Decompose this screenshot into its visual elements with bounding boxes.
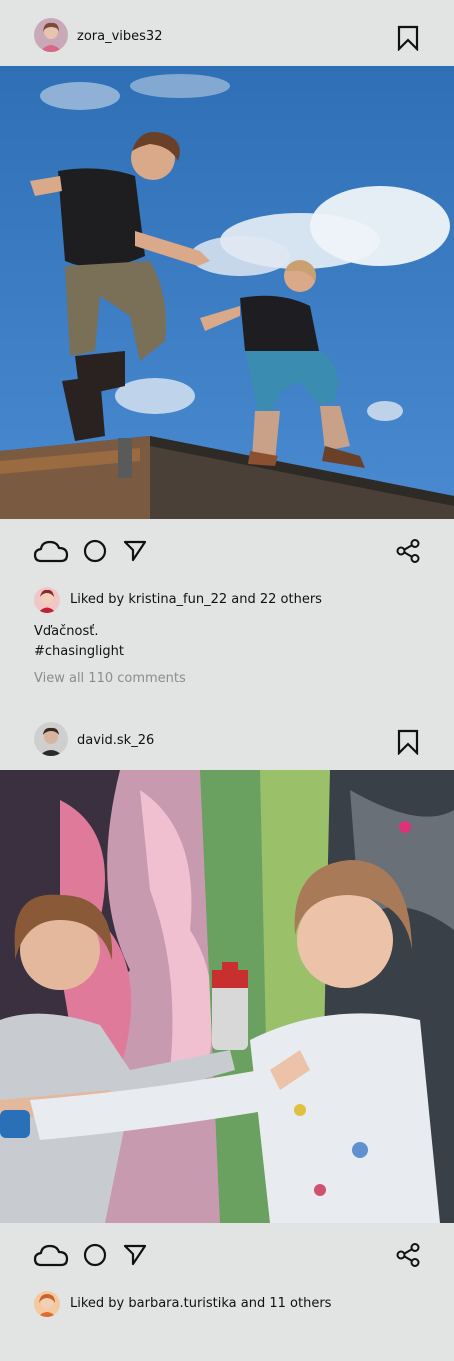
caption-hashtag[interactable]: #chasinglight	[34, 642, 124, 662]
circle-icon[interactable]	[83, 1243, 107, 1267]
liked-by-text[interactable]: Liked by kristina_fun_22 and 22 others	[70, 592, 322, 607]
liked-by-row: Liked by kristina_fun_22 and 22 others	[34, 587, 334, 613]
send-icon[interactable]	[123, 540, 147, 562]
post-actions	[0, 1235, 454, 1275]
bookmark-icon[interactable]	[397, 25, 419, 52]
avatar[interactable]	[34, 722, 68, 756]
avatar[interactable]	[34, 18, 68, 52]
post-1: zora_vibes32 Liked by kristina_fun_22 an…	[0, 0, 454, 700]
cloud-icon[interactable]	[33, 538, 69, 564]
circle-icon[interactable]	[83, 539, 107, 563]
post-header: zora_vibes32	[0, 0, 454, 66]
post-photo[interactable]	[0, 770, 454, 1223]
post-2: david.sk_26 Liked by barbara.turistika a…	[0, 706, 454, 1361]
cloud-icon[interactable]	[33, 1242, 69, 1268]
caption: Vďačnosť. #chasinglight	[34, 622, 124, 662]
username[interactable]: david.sk_26	[77, 733, 154, 748]
post-photo[interactable]	[0, 66, 454, 519]
bookmark-icon[interactable]	[397, 729, 419, 756]
share-icon[interactable]	[396, 539, 420, 563]
post-actions	[0, 531, 454, 571]
caption-text: Vďačnosť.	[34, 624, 99, 639]
view-comments-link[interactable]: View all 110 comments	[34, 671, 186, 686]
liker-avatar[interactable]	[34, 587, 60, 613]
send-icon[interactable]	[123, 1244, 147, 1266]
liker-avatar[interactable]	[34, 1291, 60, 1317]
liked-by-row: Liked by barbara.turistika and 11 others	[34, 1291, 334, 1317]
share-icon[interactable]	[396, 1243, 420, 1267]
username[interactable]: zora_vibes32	[77, 29, 162, 44]
liked-by-text[interactable]: Liked by barbara.turistika and 11 others	[70, 1296, 331, 1311]
post-header: david.sk_26	[0, 706, 454, 772]
